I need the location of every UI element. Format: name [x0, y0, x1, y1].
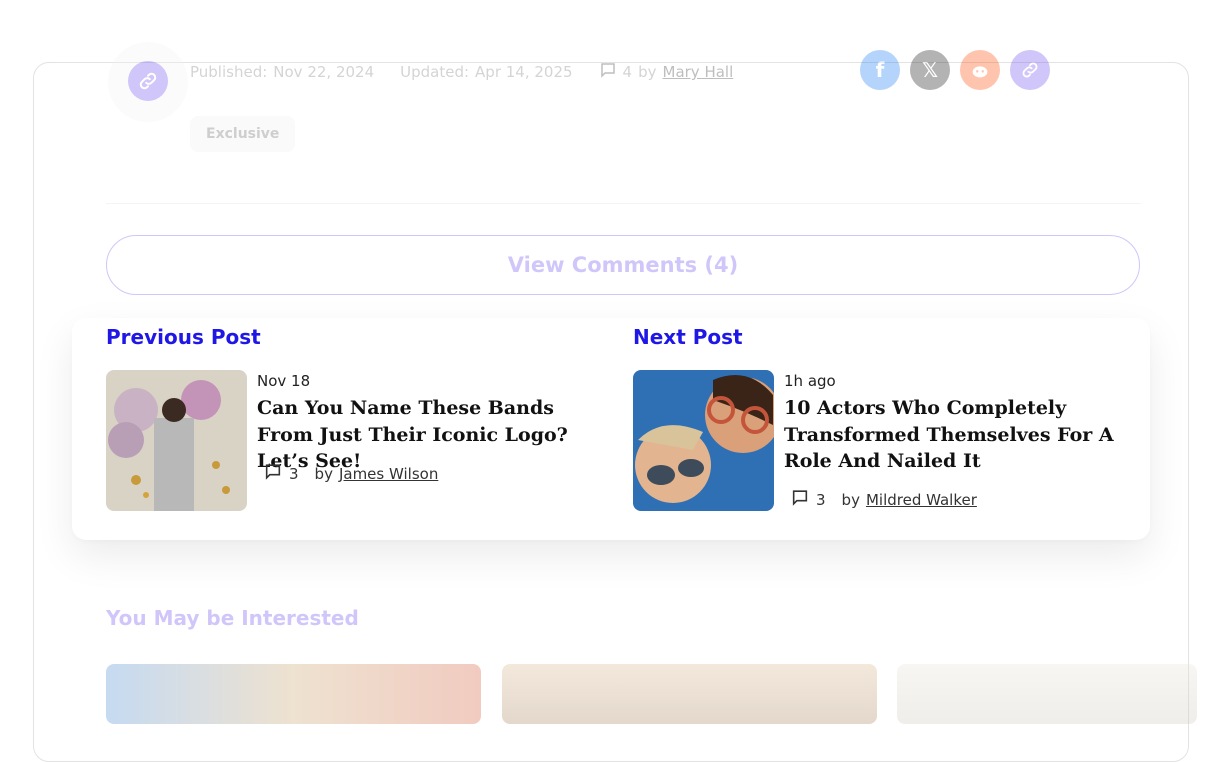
related-card[interactable]: [106, 664, 481, 724]
previous-post-thumbnail[interactable]: [106, 370, 247, 511]
facebook-icon[interactable]: f: [860, 50, 900, 90]
article-meta: Published: Nov 22, 2024 Updated: Apr 14,…: [190, 61, 733, 83]
comment-icon: [599, 61, 617, 83]
divider: [106, 203, 1141, 204]
previous-post-heading[interactable]: Previous Post: [106, 325, 261, 349]
author-link[interactable]: Mary Hall: [663, 63, 734, 81]
tag-badge[interactable]: Exclusive: [190, 116, 296, 152]
next-post-date: 1h ago: [784, 372, 836, 390]
by-label: by: [638, 63, 657, 81]
comment-count: 3: [289, 464, 299, 483]
next-post-meta: 3 by Mildred Walker: [790, 488, 977, 511]
share-buttons: f 𝕏: [860, 50, 1050, 90]
next-post-thumbnail[interactable]: [633, 370, 774, 511]
comment-icon: [790, 488, 810, 511]
updated-label: Updated:: [400, 63, 470, 81]
next-post-title[interactable]: 10 Actors Who Completely Transformed The…: [784, 395, 1134, 475]
comment-count: 4: [622, 63, 633, 81]
related-heading: You May be Interested: [106, 606, 359, 630]
author-link[interactable]: Mildred Walker: [866, 491, 977, 509]
x-icon[interactable]: 𝕏: [910, 50, 950, 90]
previous-post-date: Nov 18: [257, 372, 311, 390]
related-card[interactable]: [502, 664, 877, 724]
reddit-icon[interactable]: [960, 50, 1000, 90]
published-date: Nov 22, 2024: [273, 63, 375, 81]
previous-post-meta: 3 by James Wilson: [263, 462, 438, 485]
next-post-heading[interactable]: Next Post: [633, 325, 743, 349]
related-card[interactable]: [897, 664, 1197, 724]
view-comments-button[interactable]: View Comments (4): [106, 235, 1140, 295]
link-icon[interactable]: [1010, 50, 1050, 90]
comment-icon: [263, 462, 283, 485]
link-icon: [128, 61, 168, 101]
by-label: by: [314, 464, 333, 483]
published-label: Published:: [190, 63, 268, 81]
updated-date: Apr 14, 2025: [475, 63, 573, 81]
author-link[interactable]: James Wilson: [339, 465, 438, 483]
by-label: by: [841, 490, 860, 509]
author-avatar[interactable]: [108, 42, 188, 122]
comment-count: 3: [816, 490, 826, 509]
